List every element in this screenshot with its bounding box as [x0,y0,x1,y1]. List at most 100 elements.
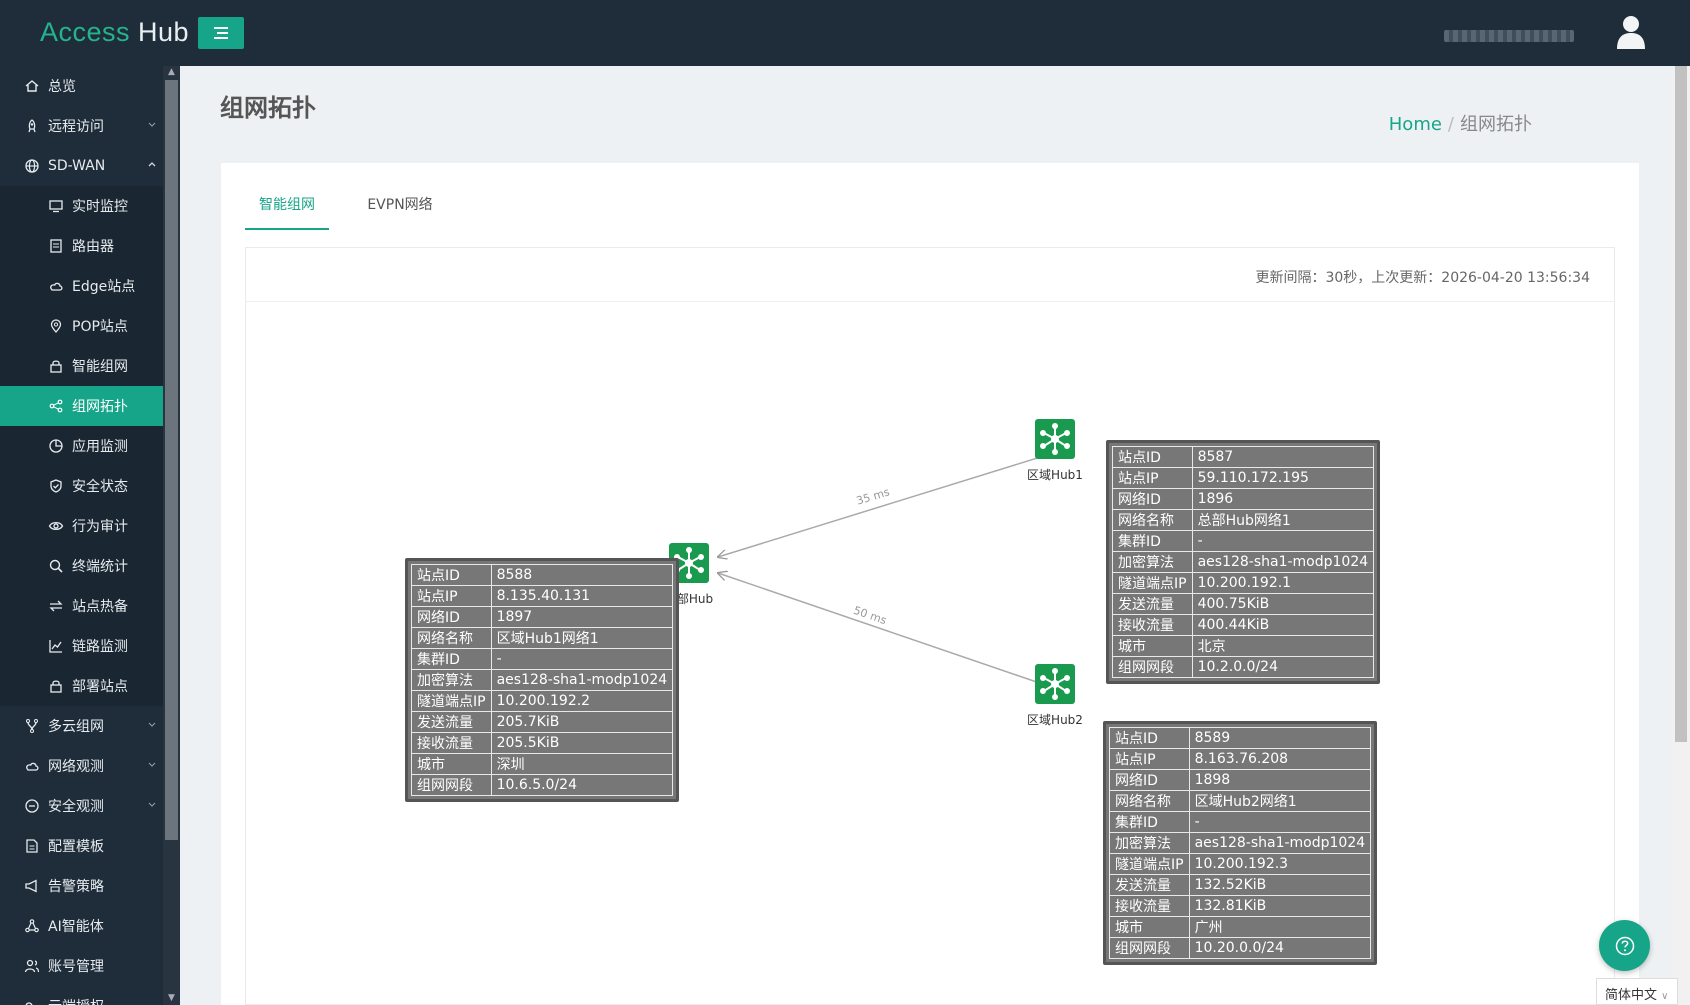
key-icon [24,998,40,1005]
tab-smart-network[interactable]: 智能组网 [245,193,329,230]
breadcrumb: Home / 组网拓扑 [1389,110,1532,136]
info-key: 集群ID [1112,530,1193,552]
info-value: 10.6.5.0/24 [490,774,674,796]
help-button[interactable] [1599,920,1650,971]
info-row: 隧道端点IP 10.200.192.1 [1112,572,1375,594]
language-label: 简体中文 [1605,988,1658,1003]
sidebar-item-label: AI智能体 [48,919,104,935]
sidebar-subitem-shield-check-7[interactable]: 安全状态 [0,466,180,506]
topology-canvas[interactable]: 35 ms 50 ms 总部Hub 区域Hub1 区域Hub2 站点ID 858… [246,303,1616,1005]
sidebar-subitem-lock-12[interactable]: 部署站点 [0,666,180,706]
location-pin-icon [48,318,64,334]
user-name-blurred[interactable] [1444,30,1574,42]
info-row: 集群ID - [1109,811,1372,833]
sidebar-item-label: 告警策略 [48,879,104,895]
sidebar-item-label: 网络观测 [48,759,104,775]
info-value: 1898 [1188,769,1372,791]
sidebar-item-label: 账号管理 [48,959,104,975]
sidebar-item-label: Edge站点 [72,279,136,295]
info-key: 网络名称 [411,627,492,649]
sidebar-item-lower-file-3[interactable]: 配置模板 [0,826,180,866]
info-value: 8.135.40.131 [490,585,674,607]
info-row: 城市 广州 [1109,916,1372,938]
chevron-down-icon [146,798,158,810]
info-row: 发送流量 205.7KiB [411,711,674,733]
info-value: - [1191,530,1375,552]
info-key: 组网网段 [1112,656,1193,678]
sidebar-item-label: 安全观测 [48,799,104,815]
sidebar-item-lower-fork-0[interactable]: 多云组网 [0,706,180,746]
sidebar-subitem-router-1[interactable]: 路由器 [0,226,180,266]
sidebar-subitem-pie-chart-6[interactable]: 应用监测 [0,426,180,466]
sidebar-subitem-monitor-0[interactable]: 实时监控 [0,186,180,226]
info-value: - [490,648,674,670]
info-row: 发送流量 400.75KiB [1112,593,1375,615]
sidebar-item-lower-key-7[interactable]: 云端授权 [0,986,180,1005]
tab-evpn-network[interactable]: EVPN网络 [355,193,445,230]
info-key: 城市 [411,753,492,775]
sidebar-subitem-cloud-2[interactable]: Edge站点 [0,266,180,306]
info-row: 加密算法 aes128-sha1-modp1024 [1112,551,1375,573]
rocket-icon [24,118,40,134]
info-row: 网络名称 区域Hub2网络1 [1109,790,1372,812]
info-row: 接收流量 132.81KiB [1109,895,1372,917]
sidebar-item-label: POP站点 [72,319,128,335]
sidebar-subitem-location-pin-3[interactable]: POP站点 [0,306,180,346]
sidebar-scrollbar[interactable]: ▲ ▼ [163,66,180,1005]
sidebar-subitem-share-5[interactable]: 组网拓扑 [0,386,180,426]
info-key: 城市 [1112,635,1193,657]
breadcrumb-home-link[interactable]: Home [1389,114,1442,135]
cloud-icon [24,758,40,774]
content-scrollbar[interactable] [1672,66,1690,1005]
sidebar-subitem-swap-10[interactable]: 站点热备 [0,586,180,626]
info-key: 集群ID [411,648,492,670]
info-value: 8587 [1191,446,1375,468]
sidebar-item-globe-2[interactable]: SD-WAN [0,146,180,186]
info-row: 网络名称 总部Hub网络1 [1112,509,1375,531]
info-row: 站点IP 8.135.40.131 [411,585,674,607]
content-scroll-thumb[interactable] [1675,66,1687,742]
info-key: 站点ID [1109,727,1190,749]
sidebar-item-lower-cluster-5[interactable]: AI智能体 [0,906,180,946]
sidebar-subitem-lock-4[interactable]: 智能组网 [0,346,180,386]
sidebar-item-lower-cloud-1[interactable]: 网络观测 [0,746,180,786]
sidebar-item-home-0[interactable]: 总览 [0,66,180,106]
info-value: - [1188,811,1372,833]
scroll-down-arrow-icon[interactable]: ▼ [167,994,176,1003]
info-row: 城市 深圳 [411,753,674,775]
info-row: 站点IP 59.110.172.195 [1112,467,1375,489]
megaphone-icon [24,878,40,894]
brand-logo[interactable]: Access Hub [40,17,189,48]
sidebar-item-lower-minus-circle-2[interactable]: 安全观测 [0,786,180,826]
chevron-down-icon [146,718,158,730]
sidebar-item-label: 云端授权 [48,996,104,1005]
info-row: 发送流量 132.52KiB [1109,874,1372,896]
user-avatar-icon[interactable] [1614,14,1648,50]
info-value: 10.200.192.1 [1191,572,1375,594]
info-key: 城市 [1109,916,1190,938]
language-selector[interactable]: 简体中文 ∨ [1596,978,1678,1005]
sidebar: 总览 远程访问 SD-WAN 实时监控 路由器 Edge站点 POP站点智能组网 组网拓扑应… [0,66,180,1005]
info-key: 网络ID [1109,769,1190,791]
info-value: 广州 [1188,916,1372,938]
scroll-up-arrow-icon[interactable]: ▲ [167,68,176,77]
page-title: 组网拓扑 [220,94,316,122]
sidebar-item-lower-user-group-6[interactable]: 账号管理 [0,946,180,986]
sidebar-subitem-eye-8[interactable]: 行为审计 [0,506,180,546]
info-row: 集群ID - [411,648,674,670]
node-region-hub2[interactable]: 区域Hub2 [1015,664,1095,728]
info-key: 隧道端点IP [411,690,492,712]
info-row: 站点IP 8.163.76.208 [1109,748,1372,770]
info-key: 发送流量 [411,711,492,733]
node-region-hub1[interactable]: 区域Hub1 [1015,419,1095,483]
sidebar-item-lower-megaphone-4[interactable]: 告警策略 [0,866,180,906]
brand-hub-text: Hub [138,17,190,47]
sidebar-subitem-search-9[interactable]: 终端统计 [0,546,180,586]
sidebar-subitem-line-chart-11[interactable]: 链路监测 [0,626,180,666]
sidebar-toggle-button[interactable] [198,17,244,49]
info-value: 8588 [490,564,674,586]
info-row: 站点ID 8589 [1109,727,1372,749]
sidebar-scroll-thumb[interactable] [165,80,178,840]
chevron-up-icon [146,158,158,170]
sidebar-item-rocket-1[interactable]: 远程访问 [0,106,180,146]
